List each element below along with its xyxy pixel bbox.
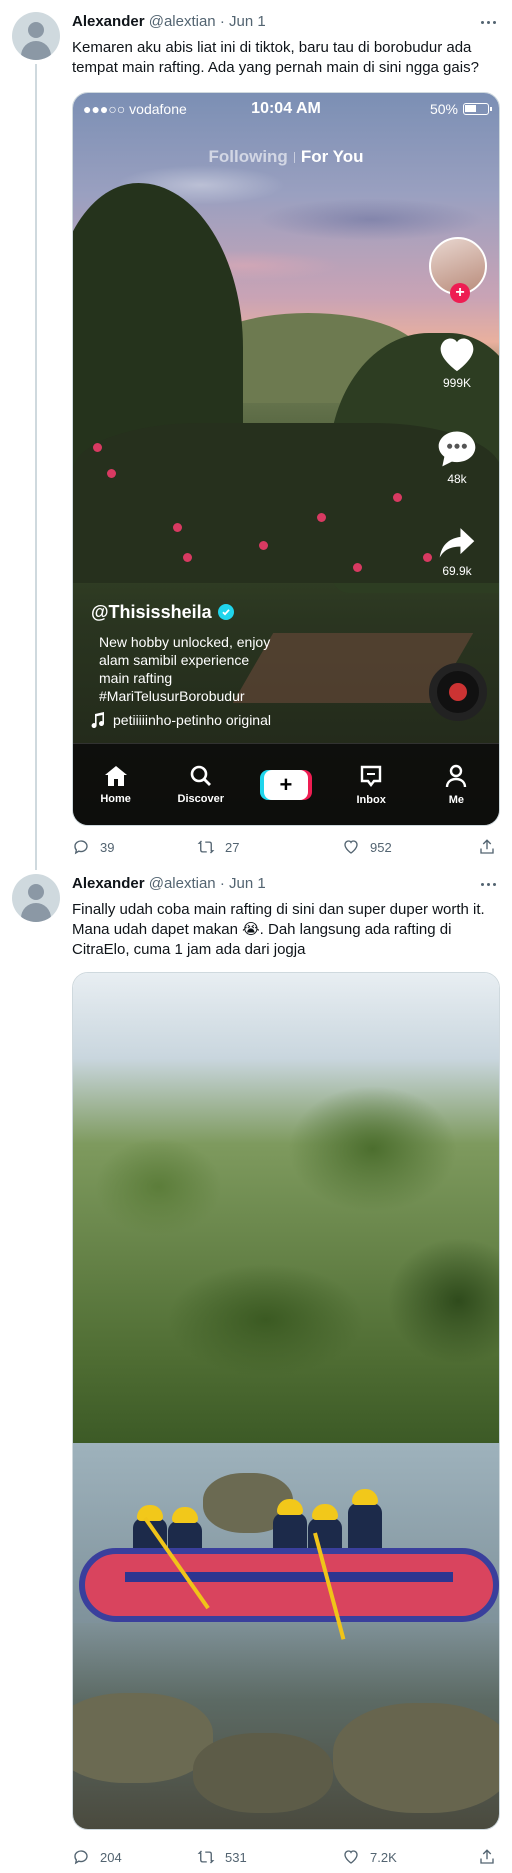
retweet-button[interactable]: 27	[197, 838, 239, 856]
tweet-header: Alexander @alextian · Jun 1	[72, 874, 266, 894]
search-icon	[190, 765, 211, 786]
separator-dot: ·	[219, 13, 225, 30]
video-description: New hobby unlocked, enjoy alam samibil e…	[99, 634, 271, 704]
tweet-2: Alexander @alextian · Jun 1 Finally udah…	[0, 862, 512, 1873]
share-arrow-icon	[439, 528, 475, 558]
battery-indicator: 50%	[429, 101, 492, 117]
tweet-1: Alexander @alextian · Jun 1 Kemaren aku …	[0, 0, 512, 874]
heart-icon	[440, 338, 474, 372]
more-options-icon[interactable]	[476, 874, 500, 894]
raft	[79, 1548, 499, 1622]
tweet-header: Alexander @alextian · Jun 1	[72, 12, 266, 32]
creator-avatar[interactable]: +	[429, 237, 487, 303]
reply-icon	[74, 1850, 88, 1865]
battery-icon	[463, 103, 492, 115]
tiktok-bottom-nav: Home Discover + Inbox Me	[73, 743, 499, 825]
share-upload-icon	[480, 839, 494, 854]
user-handle[interactable]: @alextian	[149, 875, 216, 892]
home-icon	[104, 765, 127, 786]
more-options-icon[interactable]	[476, 12, 500, 32]
music-note-icon	[91, 712, 105, 728]
retweet-icon	[197, 1850, 215, 1864]
nav-home[interactable]: Home	[81, 765, 151, 805]
reply-button[interactable]: 204	[72, 1848, 122, 1866]
create-plus-icon[interactable]: +	[263, 769, 308, 800]
battery-percent: 50%	[429, 101, 458, 117]
tab-following[interactable]: Following	[209, 147, 288, 166]
thread-line	[35, 64, 37, 870]
phone-status-bar: ●●●○○ vodafone 10:04 AM 50%	[83, 99, 492, 119]
tweet-date[interactable]: Jun 1	[229, 13, 266, 30]
heart-outline-icon	[344, 1850, 358, 1864]
nav-inbox[interactable]: Inbox	[336, 764, 406, 806]
tweet-media-tiktok-screenshot[interactable]: ●●●○○ vodafone 10:04 AM 50% Following For…	[72, 92, 500, 826]
nav-me[interactable]: Me	[421, 764, 491, 806]
reply-count: 39	[100, 839, 115, 855]
separator-dot: ·	[219, 875, 225, 892]
retweet-button[interactable]: 531	[197, 1848, 247, 1866]
creator-username-row[interactable]: @Thisissheila	[91, 603, 341, 621]
sound-row[interactable]: petiiiiinho-petinho original	[91, 711, 341, 729]
nav-home-label: Home	[100, 792, 131, 805]
tweet-actions: 204 531 7.2K	[72, 1848, 500, 1868]
like-count-tweet: 7.2K	[370, 1849, 397, 1865]
heart-outline-icon	[344, 840, 358, 854]
follow-plus-icon[interactable]: +	[450, 283, 470, 303]
share-button[interactable]	[478, 838, 496, 856]
reply-button[interactable]: 39	[72, 838, 114, 856]
user-handle[interactable]: @alextian	[149, 13, 216, 30]
retweet-icon	[197, 840, 215, 854]
tweet-media-rafting-photo[interactable]	[72, 972, 500, 1830]
retweet-count: 531	[225, 1849, 247, 1865]
nav-discover[interactable]: Discover	[166, 765, 236, 805]
retweet-count: 27	[225, 839, 240, 855]
video-caption: @Thisissheila New hobby unlocked, enjoy …	[91, 603, 341, 729]
nav-inbox-label: Inbox	[356, 793, 386, 806]
comment-action[interactable]: 48k	[427, 427, 487, 486]
tweet-actions: 39 27 952	[72, 838, 500, 858]
creator-username[interactable]: @Thisissheila	[91, 603, 212, 621]
sound-title: petiiiiinho-petinho original	[113, 712, 271, 728]
share-button[interactable]	[478, 1848, 496, 1866]
tweet-date[interactable]: Jun 1	[229, 875, 266, 892]
share-count: 69.9k	[442, 564, 472, 578]
reply-count: 204	[100, 1849, 122, 1865]
like-button[interactable]: 7.2K	[342, 1848, 397, 1866]
like-button[interactable]: 952	[342, 838, 392, 856]
inbox-icon	[360, 765, 382, 787]
user-avatar[interactable]	[12, 12, 60, 60]
tweet-text: Kemaren aku abis liat ini di tiktok, bar…	[72, 39, 479, 76]
tweet-text: Finally udah coba main rafting di sini d…	[72, 901, 485, 958]
clock: 10:04 AM	[251, 100, 321, 117]
display-name[interactable]: Alexander	[72, 13, 145, 30]
share-upload-icon	[480, 1849, 494, 1864]
tab-for-you[interactable]: For You	[301, 147, 364, 166]
like-action[interactable]: 999K	[427, 333, 487, 390]
user-avatar[interactable]	[12, 874, 60, 922]
comment-count: 48k	[447, 472, 467, 486]
verified-check-icon	[217, 604, 234, 620]
profile-icon	[446, 764, 467, 787]
music-disc-icon[interactable]	[429, 663, 487, 721]
reply-icon	[74, 840, 88, 855]
nav-me-label: Me	[448, 793, 464, 806]
nav-discover-label: Discover	[177, 792, 225, 805]
share-action[interactable]: 69.9k	[427, 523, 487, 578]
feed-tabs: Following For You	[73, 147, 499, 167]
comment-bubble-icon	[438, 431, 476, 467]
display-name[interactable]: Alexander	[72, 875, 145, 892]
like-count-tweet: 952	[370, 839, 392, 855]
nav-create[interactable]: +	[251, 769, 321, 800]
like-count: 999K	[442, 376, 472, 390]
